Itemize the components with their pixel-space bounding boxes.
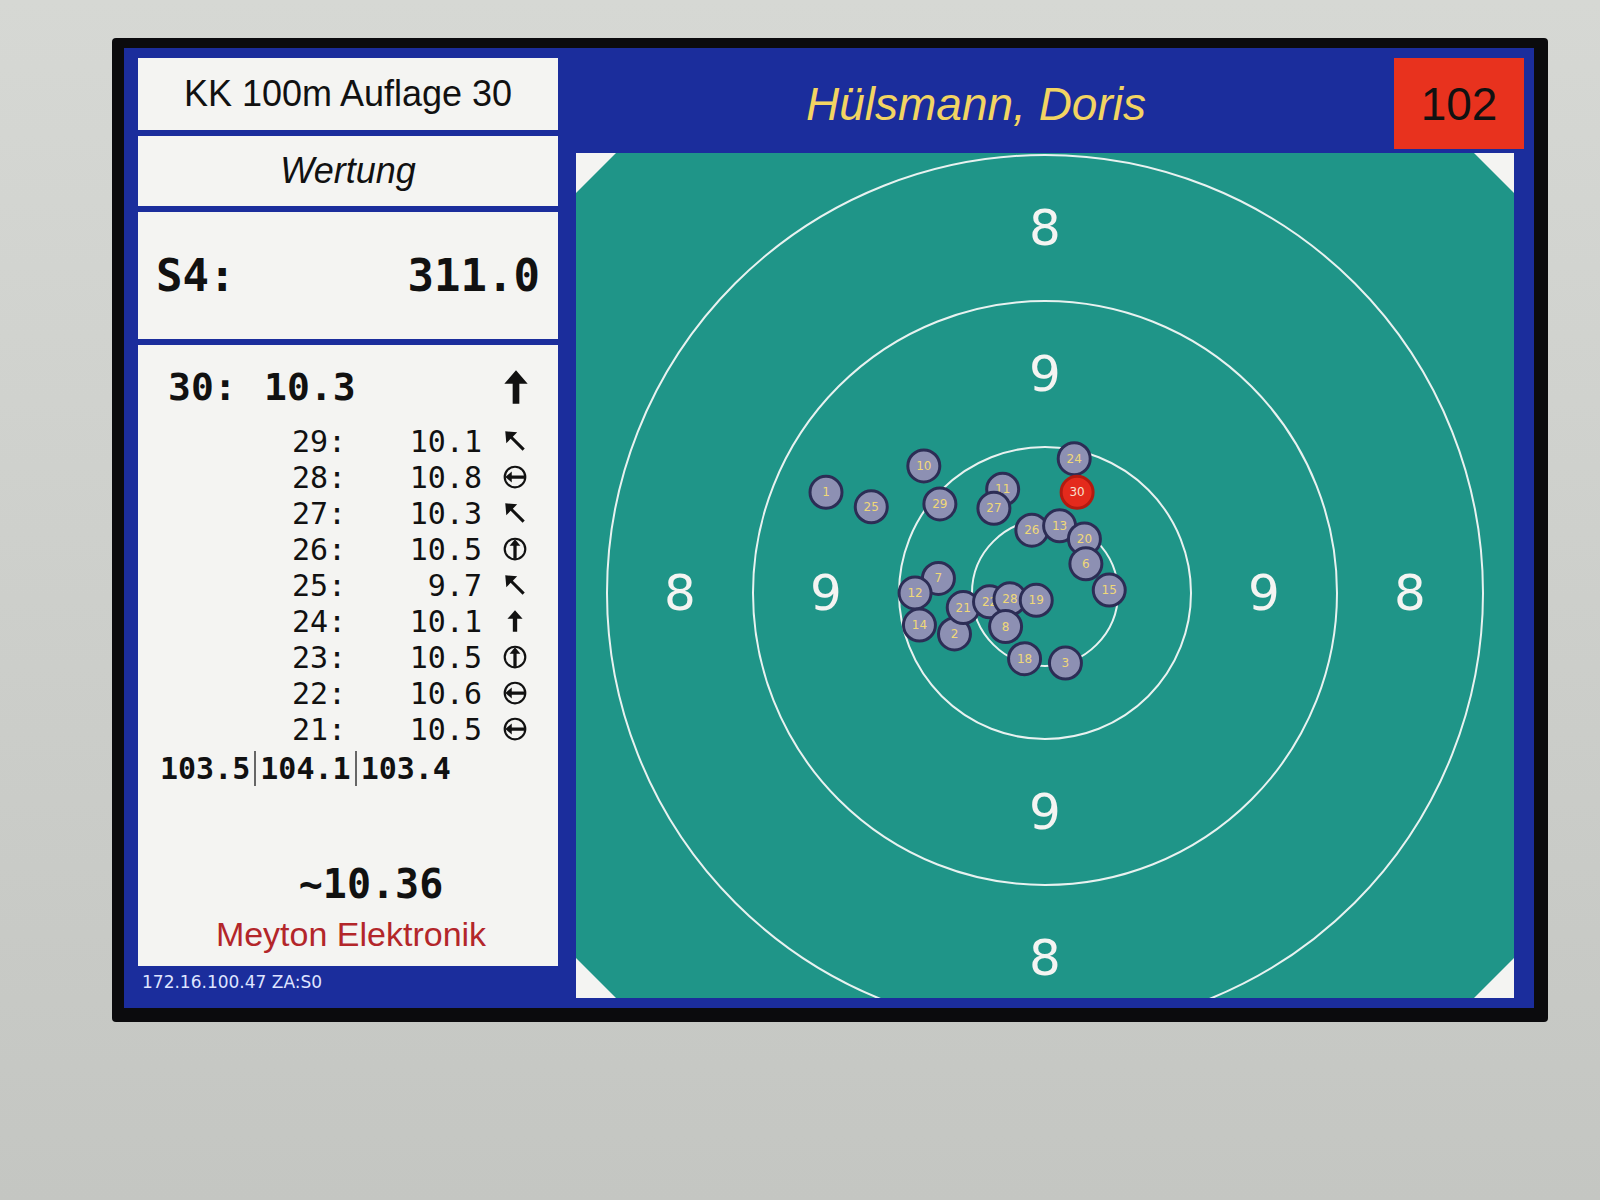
svg-text:6: 6 — [1082, 557, 1090, 571]
svg-text:8: 8 — [1002, 620, 1010, 634]
ring-label: 8 — [1029, 199, 1061, 257]
discipline-box: KK 100m Auflage 30 — [138, 58, 558, 130]
brand: Meyton Elektronik — [156, 907, 546, 958]
centered-vertical-icon — [502, 536, 528, 562]
arrow-up-left-icon — [502, 428, 528, 454]
svg-text:2: 2 — [951, 627, 959, 641]
shot-row: 21:10.5 — [156, 711, 546, 747]
svg-text:24: 24 — [1067, 452, 1082, 466]
svg-text:28: 28 — [1002, 592, 1017, 606]
shot-row: 27:10.3 — [156, 495, 546, 531]
shot-hole: 30 — [1061, 476, 1093, 508]
shot-hole: 6 — [1070, 548, 1102, 580]
arrow-up-icon — [502, 608, 528, 634]
discipline: KK 100m Auflage 30 — [156, 73, 540, 115]
svg-text:30: 30 — [1069, 485, 1084, 499]
svg-text:25: 25 — [864, 500, 879, 514]
arrow-up-left-icon — [502, 572, 528, 598]
centered-horizontal-icon — [502, 680, 528, 706]
shot-row: 29:10.1 — [156, 423, 546, 459]
shot-hole: 12 — [899, 577, 931, 609]
ring — [607, 155, 1483, 998]
shot-row: 28:10.8 — [156, 459, 546, 495]
centered-vertical-icon — [502, 644, 528, 670]
ring-label: 9 — [1029, 783, 1061, 841]
shot-row: 24:10.1 — [156, 603, 546, 639]
svg-text:13: 13 — [1052, 519, 1067, 533]
svg-text:27: 27 — [986, 501, 1001, 515]
shot-hole: 15 — [1093, 574, 1125, 606]
svg-text:20: 20 — [1077, 532, 1092, 546]
shot-hole: 8 — [990, 611, 1022, 643]
svg-text:1: 1 — [822, 485, 830, 499]
shooter-header: Hülsmann, Doris102 — [558, 58, 1524, 153]
target: 8888999912510291127242613206157121422122… — [576, 153, 1514, 998]
shot-hole: 3 — [1049, 647, 1081, 679]
ring — [899, 447, 1191, 739]
shot-hole: 24 — [1058, 443, 1090, 475]
shooter-name: Hülsmann, Doris — [558, 77, 1394, 131]
shot-hole: 14 — [903, 609, 935, 641]
series-total: S4:311.0 — [156, 250, 540, 301]
svg-text:18: 18 — [1017, 652, 1032, 666]
shot-row: 23:10.5 — [156, 639, 546, 675]
ring-label: 9 — [810, 564, 842, 622]
ring-label: 8 — [1029, 929, 1061, 987]
shot-hole: 10 — [908, 450, 940, 482]
monitor-bezel: KK 100m Auflage 30 Wertung S4:311.0 30:10.3… — [0, 0, 1600, 1200]
svg-text:19: 19 — [1029, 593, 1044, 607]
series-totals: 103.5104.1103.4 — [156, 751, 546, 786]
lane-badge: 102 — [1394, 58, 1524, 149]
average: ~10.36 — [156, 861, 546, 907]
mode: Wertung — [156, 150, 540, 192]
arrow-up-icon — [496, 367, 536, 407]
svg-text:21: 21 — [956, 601, 971, 615]
svg-text:10: 10 — [916, 459, 931, 473]
mode-box: Wertung — [138, 136, 558, 206]
monitor-frame: KK 100m Auflage 30 Wertung S4:311.0 30:10.3… — [112, 38, 1548, 1022]
shot-hole: 19 — [1020, 584, 1052, 616]
target-area: 8888999912510291127242613206157121422122… — [576, 153, 1514, 998]
shot-hole: 25 — [855, 491, 887, 523]
ring-label: 8 — [664, 564, 696, 622]
info-panel: KK 100m Auflage 30 Wertung S4:311.0 30:10.3… — [138, 58, 558, 998]
shot-hole: 27 — [978, 492, 1010, 524]
series-box: S4:311.0 — [138, 212, 558, 339]
last-shot: 30:10.3 — [156, 359, 546, 423]
svg-text:3: 3 — [1062, 656, 1070, 670]
shot-hole: 18 — [1009, 643, 1041, 675]
svg-text:29: 29 — [932, 497, 947, 511]
svg-text:26: 26 — [1024, 523, 1039, 537]
svg-text:14: 14 — [912, 618, 927, 632]
shot-row: 22:10.6 — [156, 675, 546, 711]
svg-text:15: 15 — [1102, 583, 1117, 597]
centered-horizontal-icon — [502, 716, 528, 742]
ring — [753, 301, 1337, 885]
shot-hole: 1 — [810, 476, 842, 508]
svg-text:12: 12 — [907, 586, 922, 600]
shot-hole: 29 — [924, 488, 956, 520]
screen: KK 100m Auflage 30 Wertung S4:311.0 30:10.3… — [124, 48, 1534, 1008]
ring-label: 8 — [1394, 564, 1426, 622]
shot-row: 25:9.7 — [156, 567, 546, 603]
svg-text:7: 7 — [935, 571, 943, 585]
target-panel: Hülsmann, Doris1028888999912510291127242… — [558, 58, 1524, 998]
shot-row: 26:10.5 — [156, 531, 546, 567]
shot-list: 30:10.329:10.128:10.827:10.326:10.525:9.… — [138, 345, 558, 966]
status-line: 172.16.100.47 ZA:S0 — [138, 972, 558, 998]
arrow-up-left-icon — [502, 500, 528, 526]
ring-label: 9 — [1029, 345, 1061, 403]
ring-label: 9 — [1248, 564, 1280, 622]
centered-horizontal-icon — [502, 464, 528, 490]
